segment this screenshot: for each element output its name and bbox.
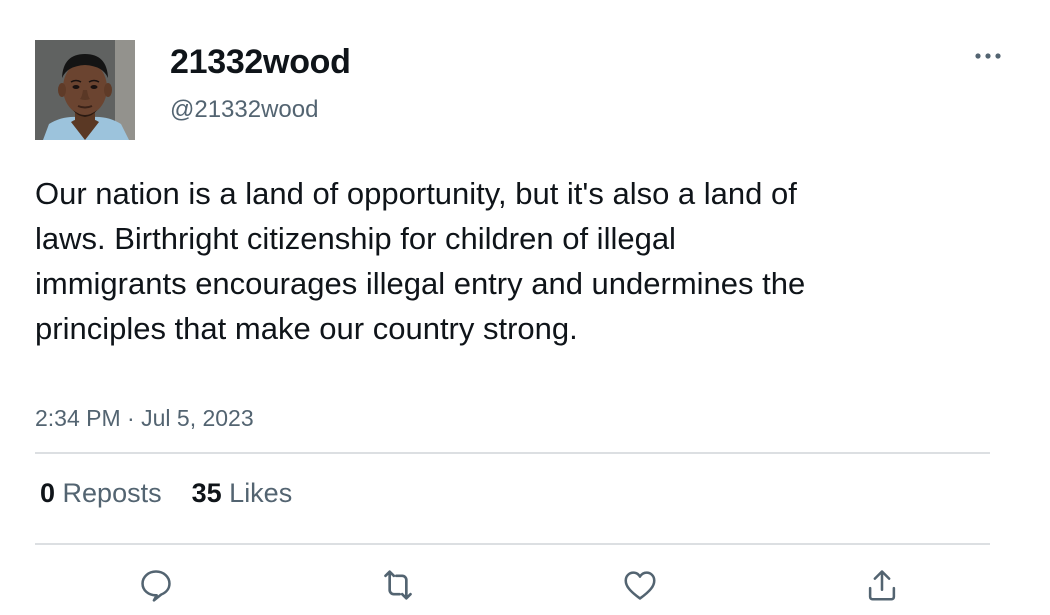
profile-photo-icon [35, 40, 135, 140]
post-stats: 0 Reposts 35 Likes [40, 478, 292, 509]
likes-count: 35 [191, 478, 222, 508]
more-icon [975, 53, 1001, 59]
user-handle[interactable]: @21332wood [170, 96, 318, 124]
likes-stat[interactable]: 35 Likes [192, 478, 293, 509]
likes-label: Likes [229, 478, 293, 508]
repost-button[interactable] [375, 562, 421, 608]
display-name[interactable]: 21332wood [170, 43, 351, 82]
reposts-count: 0 [40, 478, 56, 508]
avatar[interactable] [35, 40, 135, 140]
divider [35, 543, 990, 545]
reply-button[interactable] [133, 562, 179, 608]
reposts-label: Reposts [62, 478, 162, 508]
more-options-button[interactable] [966, 42, 1010, 70]
divider [35, 452, 990, 454]
repost-icon [384, 570, 412, 600]
post-timestamp: 2:34 PM · Jul 5, 2023 [35, 405, 254, 432]
like-button[interactable] [617, 562, 663, 608]
share-button[interactable] [859, 562, 905, 608]
post-date[interactable]: Jul 5, 2023 [141, 405, 254, 431]
share-icon [868, 570, 896, 601]
reply-icon [141, 570, 171, 602]
timestamp-separator: · [127, 405, 135, 431]
reposts-stat[interactable]: 0 Reposts [40, 478, 162, 509]
like-icon [624, 571, 656, 600]
tweet-card: 21332wood @21332wood Our nation is a lan… [0, 0, 1050, 615]
action-bar [0, 562, 1050, 608]
post-text: Our nation is a land of opportunity, but… [35, 176, 806, 346]
post-time[interactable]: 2:34 PM [35, 405, 121, 431]
